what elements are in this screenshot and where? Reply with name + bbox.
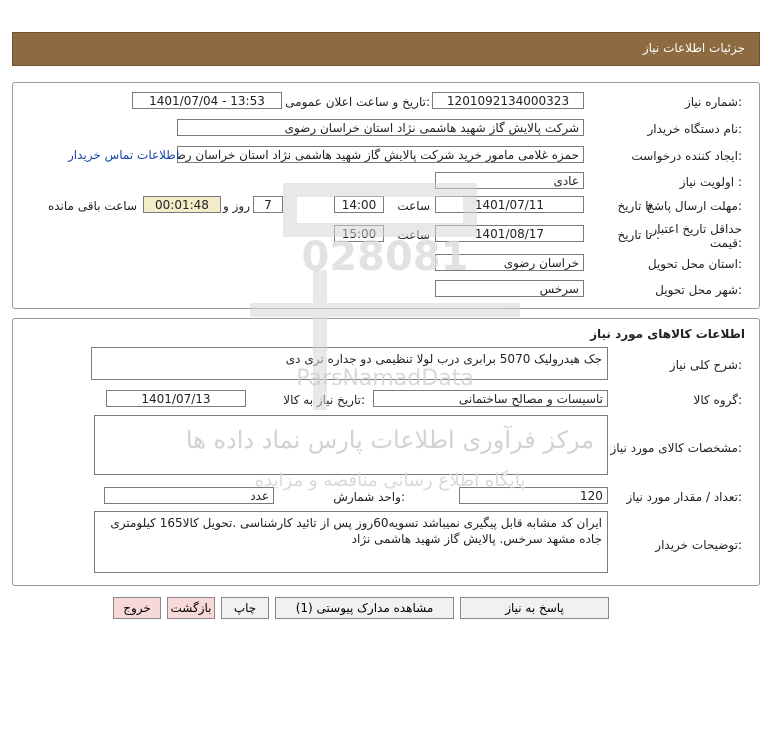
- need-date-label: تاریخ نیاز به کالا:: [283, 393, 365, 407]
- buyer-contact-link[interactable]: اطلاعات تماس خریدار: [68, 148, 179, 162]
- need-date-field: 1401/07/13: [106, 390, 246, 407]
- unit-field: عدد: [104, 487, 274, 504]
- validity-date-field: 1401/08/17: [435, 225, 584, 242]
- deadline-to-date-label: تا تاریخ :: [617, 199, 660, 213]
- validity-label: حداقل تاریخ اعتبار قیمت:: [651, 222, 742, 250]
- deadline-date-field: 1401/07/11: [435, 196, 584, 213]
- need-number-label: شماره نیاز:: [684, 95, 742, 109]
- reply-button[interactable]: پاسخ به نیاز: [460, 597, 609, 619]
- goods-group-field: تاسیسات و مصالح ساختمانی: [373, 390, 608, 407]
- back-button[interactable]: بازگشت: [167, 597, 215, 619]
- buyer-org-label: نام دستگاه خریدار:: [647, 122, 743, 136]
- quantity-field: 120: [459, 487, 608, 504]
- exit-button[interactable]: خروج: [113, 597, 161, 619]
- remaining-time-field: 00:01:48: [143, 196, 221, 213]
- need-info-panel: [12, 82, 760, 309]
- delivery-province-label: استان محل تحویل:: [647, 257, 742, 271]
- announce-date-label: تاریخ و ساعت اعلان عمومی:: [285, 95, 430, 109]
- delivery-city-label: شهر محل تحویل:: [655, 283, 742, 297]
- creator-label: ایجاد کننده درخواست:: [631, 149, 742, 163]
- specs-label: مشخصات کالای مورد نیاز:: [610, 441, 742, 455]
- buyer-org-field: شرکت پالایش گاز شهید هاشمی نژاد استان خر…: [177, 119, 584, 136]
- remaining-days-field: 7: [253, 196, 283, 213]
- announce-date-field: 1401/07/04 - 13:53: [132, 92, 282, 109]
- specs-field: [94, 415, 608, 475]
- creator-field: حمزه غلامی مامور خرید شرکت پالایش گاز شه…: [177, 146, 584, 163]
- goods-group-label: گروه کالا:: [693, 393, 743, 407]
- validity-time-label: ساعت: [397, 228, 430, 242]
- goods-section-title: اطلاعات کالاهای مورد نیاز: [590, 327, 745, 341]
- buyer-notes-field: ایران کد مشابه قابل پیگیری نمیباشد تسویه…: [94, 511, 608, 573]
- deadline-time-label: ساعت: [397, 199, 430, 213]
- page-title: جزئیات اطلاعات نیاز: [642, 41, 745, 55]
- remaining-days-label: روز و: [223, 199, 250, 213]
- deadline-label: مهلت ارسال پاسخ:: [646, 199, 742, 213]
- quantity-label: تعداد / مقدار مورد نیاز:: [626, 490, 742, 504]
- summary-field: جک هیدرولیک 5070 برابری درب لولا تنظیمی …: [91, 347, 608, 380]
- validity-to-date-label: تا تاریخ :: [617, 228, 660, 242]
- priority-field: عادی: [435, 172, 584, 189]
- validity-time-field: 15:00: [334, 225, 384, 242]
- buyer-notes-label: توضیحات خریدار:: [655, 538, 742, 552]
- summary-label: شرح کلی نیاز:: [669, 358, 742, 372]
- unit-label: واحد شمارش:: [333, 490, 405, 504]
- remaining-time-label: ساعت باقی مانده: [47, 199, 137, 213]
- delivery-city-field: سرخس: [435, 280, 584, 297]
- delivery-province-field: خراسان رضوی: [435, 254, 584, 271]
- need-number-field: 1201092134000323: [432, 92, 584, 109]
- print-button[interactable]: چاپ: [221, 597, 269, 619]
- page-header: جزئیات اطلاعات نیاز: [12, 32, 760, 66]
- view-attachments-button[interactable]: مشاهده مدارک پیوستی (1): [275, 597, 454, 619]
- deadline-time-field: 14:00: [334, 196, 384, 213]
- priority-label: اولویت نیاز :: [679, 175, 742, 189]
